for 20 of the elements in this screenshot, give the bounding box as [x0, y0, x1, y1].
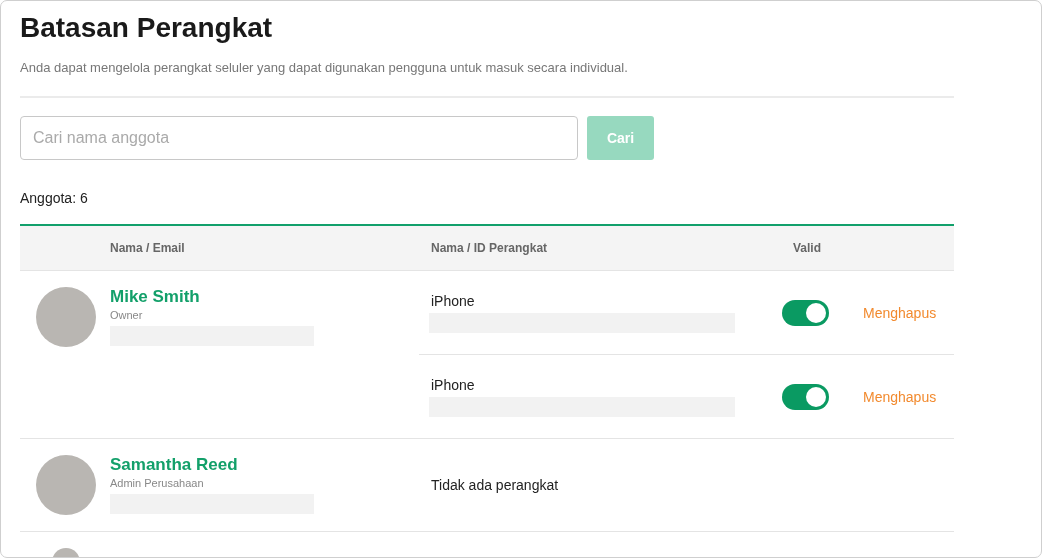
column-header: Nama / ID Perangkat [430, 241, 549, 255]
device-name: iPhone [430, 292, 476, 310]
toggle-switch[interactable] [781, 383, 829, 410]
search-field[interactable]: Cari nama anggota [20, 116, 578, 160]
page-description: Anda dapat mengelola perangkat seluler yang dapat digunakan pengguna untuk masuk secara individual. [20, 59, 629, 77]
member-name[interactable]: Mike Smith [110, 287, 314, 307]
avatar-placeholder [36, 455, 96, 515]
page-title: Batasan Perangkat [20, 11, 274, 45]
member-count: Anggota: 6 [20, 190, 89, 206]
avatar-placeholder [36, 287, 96, 347]
member-role: Owner [110, 308, 144, 322]
device-name: iPhone [430, 376, 476, 394]
toggle-switch[interactable] [781, 299, 829, 326]
no-devices-text: Tidak ada perangkat [430, 476, 560, 495]
member-role: Admin Perusahaan [110, 476, 205, 490]
remove-link[interactable]: Menghapus [863, 304, 937, 321]
column-header: Valid [792, 241, 822, 255]
column-header: Nama / Email [109, 241, 186, 255]
remove-link[interactable]: Menghapus [863, 388, 937, 405]
member-name[interactable]: Samantha Reed [110, 455, 314, 475]
